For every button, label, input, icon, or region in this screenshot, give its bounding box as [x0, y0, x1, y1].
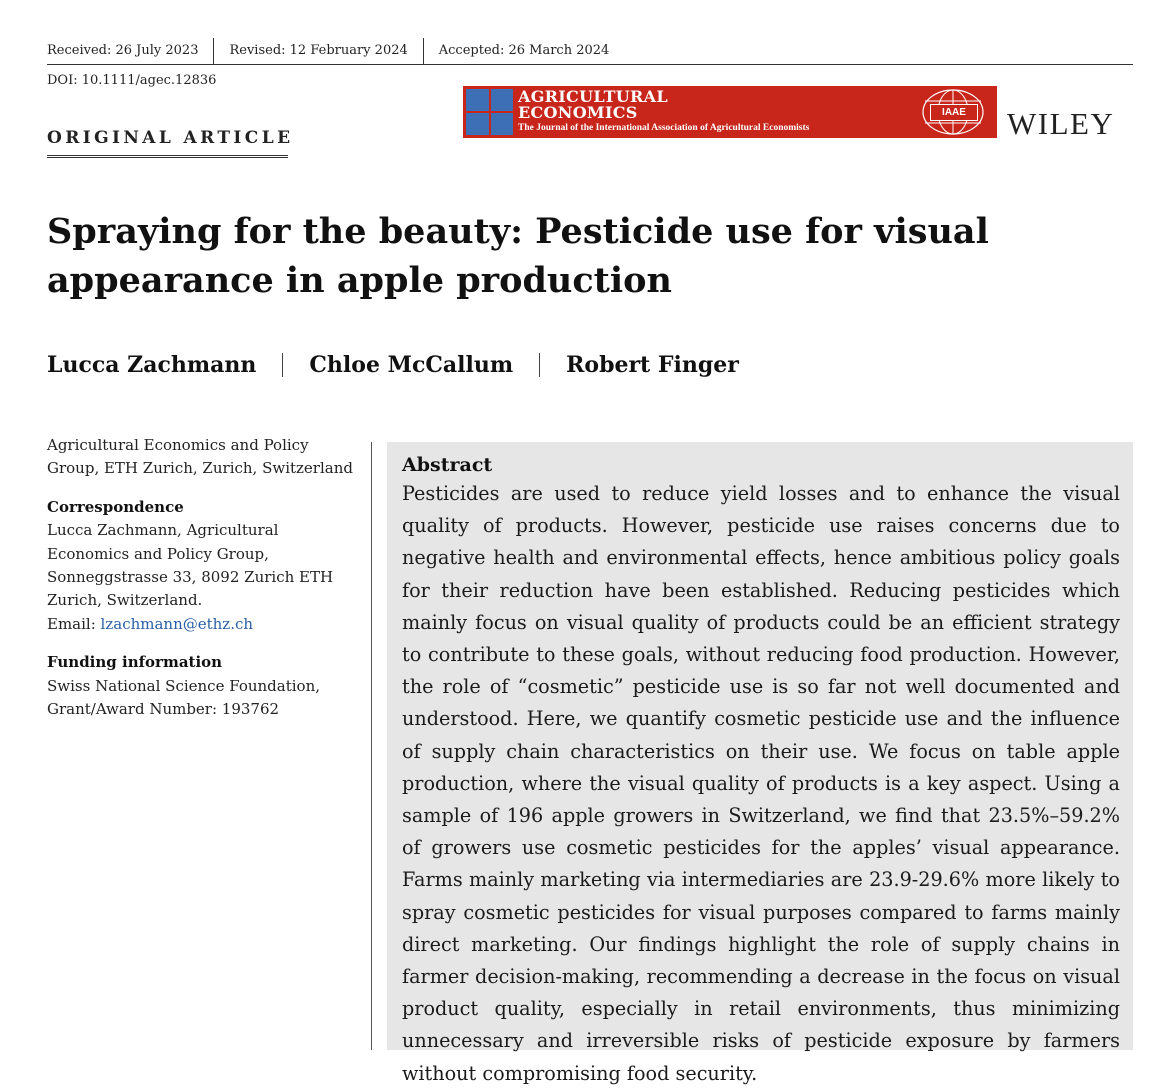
- doi[interactable]: DOI: 10.1111/agec.12836: [47, 73, 216, 88]
- column-divider: [371, 442, 372, 1050]
- journal-logo-icon: [466, 89, 513, 135]
- article-dates: Received: 26 July 2023 Revised: 12 Febru…: [47, 38, 624, 64]
- author-name[interactable]: Robert Finger: [539, 353, 765, 377]
- email-link[interactable]: lzachmann@ethz.ch: [101, 615, 254, 633]
- funding-heading: Funding information: [47, 653, 223, 672]
- author-name[interactable]: Chloe McCallum: [282, 353, 539, 377]
- abstract-heading: Abstract: [402, 454, 493, 476]
- revised-date: Revised: 12 February 2024: [213, 38, 422, 64]
- received-date: Received: 26 July 2023: [47, 43, 199, 58]
- article-title: Spraying for the beauty: Pesticide use f…: [47, 211, 989, 301]
- correspondence-block: Correspondence Lucca Zachmann, Agricultu…: [47, 496, 357, 636]
- accepted-date: Accepted: 26 March 2024: [422, 38, 625, 64]
- article-sidebar: Agricultural Economics and Policy Group,…: [47, 434, 357, 736]
- abstract-text: Pesticides are used to reduce yield loss…: [402, 482, 1120, 1085]
- iaae-globe-icon: IAAE: [912, 87, 994, 137]
- article-type-underline: [47, 155, 288, 158]
- header-divider: [47, 64, 1133, 65]
- journal-subtitle: The Journal of the International Associa…: [518, 123, 810, 133]
- author-name[interactable]: Lucca Zachmann: [47, 353, 282, 377]
- article-type: ORIGINAL ARTICLE: [47, 128, 294, 148]
- abstract-box: Abstract Pesticides are used to reduce y…: [387, 442, 1133, 1085]
- email-line: Email: lzachmann@ethz.ch: [47, 613, 357, 636]
- iaae-badge: IAAE: [930, 104, 978, 121]
- journal-name-line2: ECONOMICS: [518, 103, 638, 122]
- correspondence-text: Lucca Zachmann, Agricultural Economics a…: [47, 521, 334, 610]
- publisher-logo[interactable]: WILEY: [1007, 106, 1114, 142]
- author-list: Lucca Zachmann Chloe McCallum Robert Fin…: [47, 353, 765, 377]
- affiliation: Agricultural Economics and Policy Group,…: [47, 436, 353, 478]
- funding-text: Swiss National Science Foundation, Grant…: [47, 676, 320, 719]
- correspondence-heading: Correspondence: [47, 497, 184, 516]
- email-label: Email:: [47, 614, 101, 633]
- funding-block: Funding information Swiss National Scien…: [47, 651, 357, 721]
